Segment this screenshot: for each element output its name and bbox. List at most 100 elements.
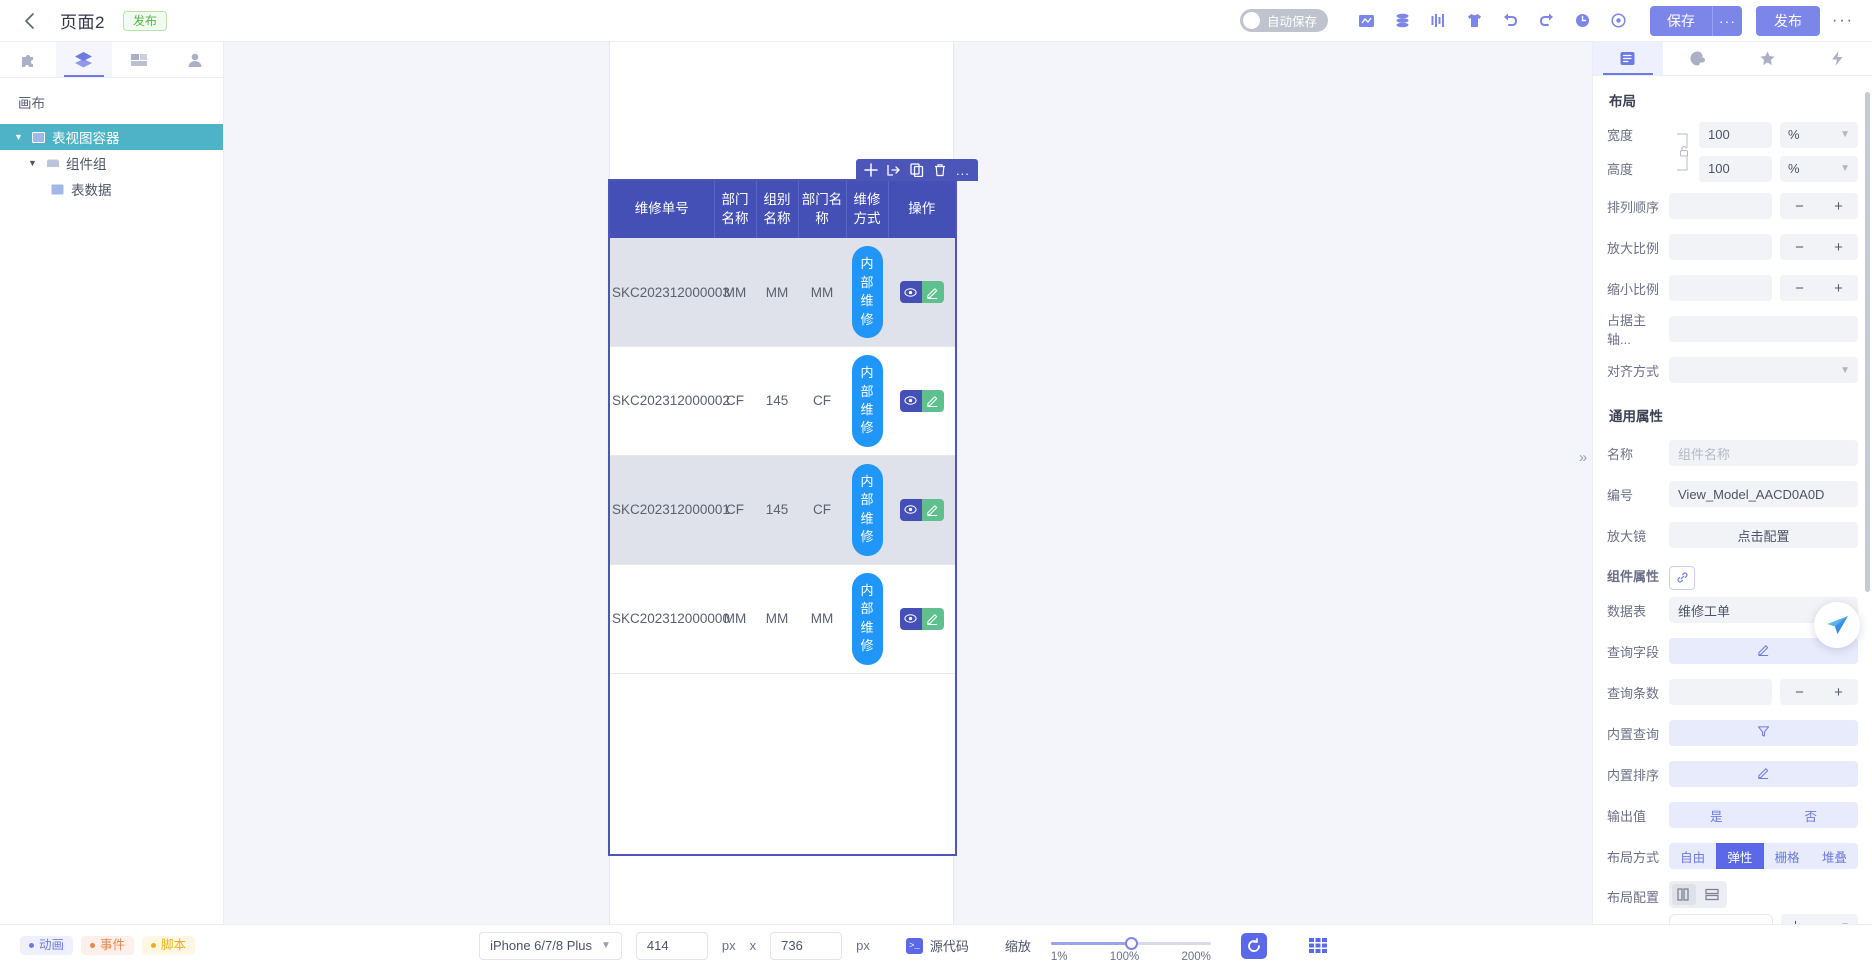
order-stepper[interactable]: − +: [1780, 193, 1858, 220]
col-group-name[interactable]: 组别名称: [756, 181, 799, 239]
tree-item-table-data[interactable]: 表数据: [0, 176, 223, 202]
table-row[interactable]: SKC202312000003 MM MM MM 内部维修: [610, 238, 955, 347]
align-end-icon[interactable]: [1738, 921, 1768, 924]
align-center-icon[interactable]: [1706, 921, 1736, 924]
table-row[interactable]: SKC202312000002 CF 145 CF 内部维修: [610, 346, 955, 456]
chip-animation[interactable]: 动画: [20, 936, 74, 955]
plus-icon[interactable]: +: [1834, 198, 1843, 215]
canvas-height-input[interactable]: 736: [770, 931, 843, 960]
tab-actions[interactable]: [1802, 42, 1872, 75]
device-preset-select[interactable]: iPhone 6/7/8 Plus ▼: [479, 931, 622, 960]
grid-icon[interactable]: [1308, 938, 1327, 953]
delete-icon[interactable]: [933, 163, 947, 177]
pencil-icon[interactable]: [921, 281, 944, 304]
chip-event[interactable]: 事件: [81, 936, 135, 955]
pencil-icon[interactable]: [921, 607, 944, 630]
shrink-input[interactable]: [1669, 275, 1772, 302]
table-row[interactable]: SKC202312000000 MM MM MM 内部维修: [610, 564, 955, 673]
layout-mode-grid[interactable]: 栅格: [1764, 843, 1811, 869]
chevron-down-icon[interactable]: ▼: [26, 158, 39, 168]
builtin-sort-button[interactable]: [1669, 761, 1858, 788]
tab-style[interactable]: [1663, 42, 1733, 75]
height-input[interactable]: 100: [1699, 155, 1772, 182]
tab-properties[interactable]: [1593, 42, 1663, 75]
eye-icon[interactable]: [899, 498, 922, 521]
plus-icon[interactable]: +: [1834, 280, 1843, 297]
table-row[interactable]: SKC202312000001 CF 145 CF 内部维修: [610, 455, 955, 565]
width-input[interactable]: 100: [1699, 121, 1772, 148]
columns-layout-icon[interactable]: [1672, 883, 1696, 905]
chart-icon[interactable]: [1348, 4, 1384, 38]
tab-assets[interactable]: [112, 42, 168, 77]
output-yes-option[interactable]: 是: [1669, 802, 1764, 828]
width-unit-select[interactable]: % ▼: [1780, 121, 1858, 148]
table-component[interactable]: 维修单号 部门名称 组别名称 部门名称 维修方式 操作 SKC202312000…: [608, 179, 957, 856]
more-icon[interactable]: ...: [956, 163, 970, 178]
layout-mode-free[interactable]: 自由: [1669, 843, 1716, 869]
back-icon[interactable]: [12, 4, 46, 38]
tree-item-table-view-container[interactable]: ▼ 表视图容器: [0, 124, 223, 150]
undo-icon[interactable]: [1492, 4, 1528, 38]
canvas-area[interactable]: ... 维修单号 部门名称 组别名称 部门名称 维修方式 操作 SKC20231…: [224, 42, 1592, 924]
layout-mode-flex[interactable]: 弹性: [1716, 843, 1764, 870]
tab-favorites[interactable]: [1733, 42, 1803, 75]
chevron-down-icon[interactable]: ▼: [12, 132, 25, 142]
history-icon[interactable]: [1564, 4, 1600, 38]
aspect-lock-icon[interactable]: [1669, 130, 1699, 174]
order-input[interactable]: [1669, 193, 1772, 220]
col-actions[interactable]: 操作: [888, 181, 955, 239]
zoom-slider[interactable]: 1% 100% 200%: [1050, 931, 1211, 963]
plus-icon[interactable]: +: [1834, 239, 1843, 256]
query-count-stepper[interactable]: − +: [1780, 679, 1858, 706]
tab-components[interactable]: [0, 42, 56, 77]
query-count-input[interactable]: [1669, 679, 1772, 706]
pencil-icon[interactable]: [921, 389, 944, 412]
eye-icon[interactable]: [899, 389, 922, 412]
align-start-icon[interactable]: [1674, 921, 1704, 924]
panel-collapse-handle[interactable]: »: [1574, 440, 1592, 474]
grow-input[interactable]: [1669, 234, 1772, 261]
rows-layout-icon[interactable]: [1700, 884, 1724, 905]
shirt-icon[interactable]: [1456, 4, 1492, 38]
bars-icon[interactable]: [1420, 4, 1456, 38]
redo-icon[interactable]: [1528, 4, 1564, 38]
zoom-slider-knob[interactable]: [1124, 936, 1138, 950]
database-icon[interactable]: [1384, 4, 1420, 38]
save-more-button[interactable]: ···: [1712, 5, 1743, 36]
col-dept-name[interactable]: 部门名称: [714, 181, 757, 239]
move-out-icon[interactable]: [887, 163, 901, 177]
send-icon[interactable]: [1814, 602, 1860, 648]
basis-input[interactable]: [1669, 316, 1858, 343]
plus-icon[interactable]: +: [1834, 684, 1843, 701]
pencil-icon[interactable]: [921, 498, 944, 521]
link-icon[interactable]: [1669, 565, 1695, 590]
id-input[interactable]: View_Model_AACD0A0D: [1669, 481, 1858, 508]
chip-script[interactable]: 脚本: [142, 936, 196, 955]
minus-icon[interactable]: −: [1795, 280, 1804, 297]
builtin-query-button[interactable]: [1669, 720, 1858, 747]
eye-icon[interactable]: [899, 607, 922, 630]
layout-mode-stack[interactable]: 堆叠: [1811, 843, 1858, 869]
magnifier-config-button[interactable]: 点击配置: [1669, 522, 1858, 549]
align-select[interactable]: ▼: [1669, 357, 1858, 384]
add-icon[interactable]: [864, 163, 878, 177]
minus-icon[interactable]: −: [1795, 198, 1804, 215]
shrink-stepper[interactable]: − +: [1780, 275, 1858, 302]
save-button[interactable]: 保存: [1650, 5, 1713, 36]
tree-item-component-group[interactable]: ▼ 组件组: [0, 150, 223, 176]
direction-horizontal-select[interactable]: 水... ▼: [1781, 913, 1858, 924]
col-repair-type[interactable]: 维修方式: [846, 181, 889, 239]
refresh-icon[interactable]: [1240, 932, 1267, 959]
overflow-menu-button[interactable]: ···: [1820, 12, 1860, 30]
right-panel-scrollbar[interactable]: [1865, 92, 1870, 592]
tab-users[interactable]: [167, 42, 223, 77]
eye-icon[interactable]: [899, 281, 922, 304]
publish-button[interactable]: 发布: [1756, 5, 1821, 36]
name-input[interactable]: 组件名称: [1669, 440, 1858, 467]
minus-icon[interactable]: −: [1795, 684, 1804, 701]
output-no-option[interactable]: 否: [1764, 802, 1859, 828]
copy-icon[interactable]: [910, 163, 924, 177]
autosave-toggle[interactable]: 自动保存: [1240, 9, 1329, 32]
canvas-width-input[interactable]: 414: [635, 931, 708, 960]
grow-stepper[interactable]: − +: [1780, 234, 1858, 261]
